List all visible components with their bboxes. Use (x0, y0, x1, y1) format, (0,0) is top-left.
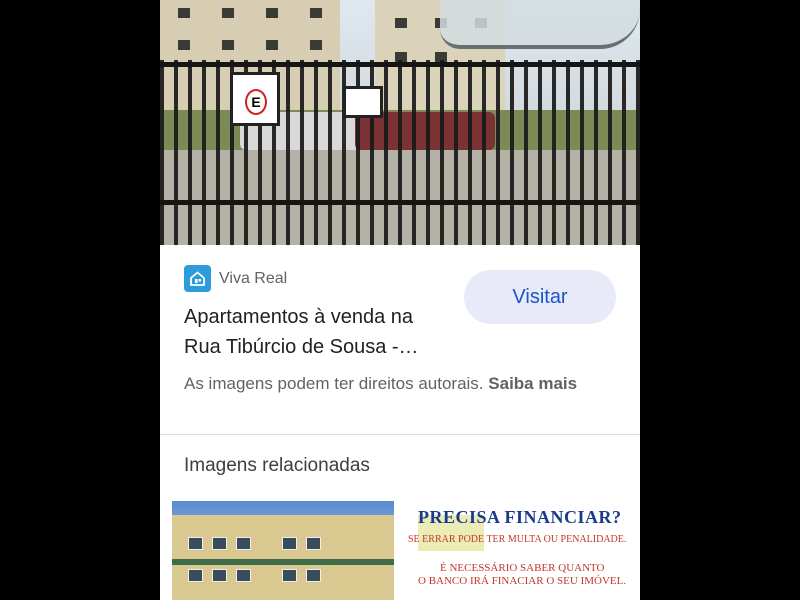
divider (160, 434, 640, 435)
site-name: Viva Real (219, 269, 288, 287)
visit-button[interactable]: Visitar (464, 270, 616, 324)
copyright-notice: As imagens podem ter direitos autorais. … (184, 372, 604, 396)
window-shape (212, 569, 227, 582)
fence-rail (160, 62, 640, 67)
source-row[interactable]: Viva Real (184, 265, 287, 292)
window-shape (306, 569, 321, 582)
image-title[interactable]: Apartamentos à venda na Rua Tibúrcio de … (184, 302, 454, 362)
fence-rail (160, 200, 640, 205)
window-shape (282, 569, 297, 582)
building-shape (172, 515, 394, 600)
window-shape (178, 8, 190, 18)
window-shape (222, 8, 234, 18)
window-shape (310, 40, 322, 50)
window-shape (178, 40, 190, 50)
window-shape (236, 537, 251, 550)
promo-text: O BANCO IRÁ FINACIAR O SEU IMÓVEL. (418, 575, 627, 587)
related-image-thumbnail[interactable]: PRECISA FINANCIAR? SE ERRAR PODE TER MUL… (406, 501, 640, 600)
building-stripe (172, 559, 394, 565)
related-image-thumbnail[interactable] (172, 501, 394, 600)
canopy-shape (440, 0, 640, 49)
main-image[interactable] (160, 0, 640, 245)
learn-more-link[interactable]: Saiba mais (488, 374, 577, 393)
promo-text: É NECESSÁRIO SABER QUANTO (440, 562, 605, 574)
related-images-heading: Imagens relacionadas (184, 455, 370, 476)
info-sign (343, 86, 383, 118)
image-viewer-panel: Viva Real Apartamentos à venda na Rua Ti… (160, 0, 640, 600)
promo-title: PRECISA FINANCIAR? (418, 507, 622, 527)
promo-warning: SE ERRAR PODE TER MULTA OU PENALIDADE. (408, 534, 627, 545)
window-shape (236, 569, 251, 582)
window-shape (266, 8, 278, 18)
parking-sign (230, 72, 280, 126)
window-shape (282, 537, 297, 550)
window-shape (310, 8, 322, 18)
window-shape (188, 569, 203, 582)
window-shape (222, 40, 234, 50)
window-shape (306, 537, 321, 550)
house-logo-icon (184, 265, 211, 292)
window-shape (266, 40, 278, 50)
window-shape (212, 537, 227, 550)
copyright-text: As imagens podem ter direitos autorais. (184, 374, 484, 393)
window-shape (395, 18, 407, 28)
window-shape (188, 537, 203, 550)
